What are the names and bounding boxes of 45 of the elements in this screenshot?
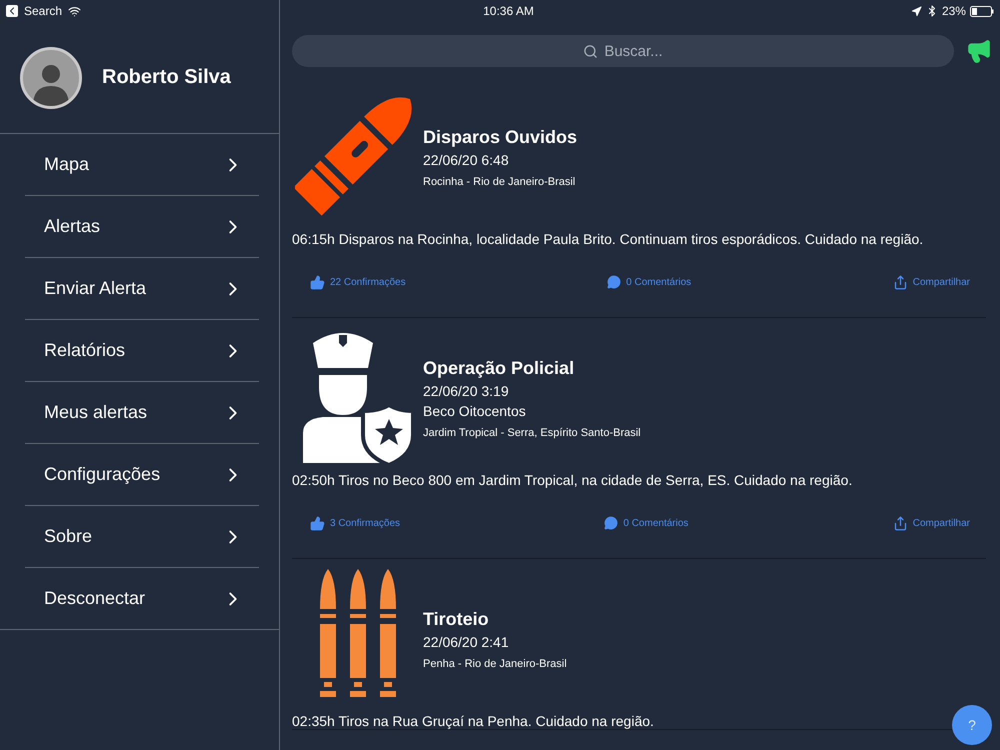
share-icon xyxy=(892,274,908,290)
menu-item[interactable]: Meus alertas xyxy=(25,382,259,444)
menu-item[interactable]: Relatórios xyxy=(25,320,259,382)
menu-item[interactable]: Sobre xyxy=(25,506,259,568)
menu-item[interactable]: Enviar Alerta xyxy=(25,258,259,320)
comments-link[interactable]: 0 Comentários xyxy=(607,275,692,289)
menu-item[interactable]: Configurações xyxy=(25,444,259,506)
thumbs-up-icon xyxy=(310,274,325,290)
alert-location: Penha - Rio de Janeiro-Brasil xyxy=(423,658,567,670)
alert-title: Operação Policial xyxy=(423,358,576,378)
alert-description: 02:50h Tiros no Beco 800 em Jardim Tropical, na cidade de Serra, ES. Cuidado na região. xyxy=(292,472,852,488)
share-link[interactable]: Compartilhar xyxy=(892,274,970,290)
thumbs-up-icon xyxy=(310,516,325,530)
confirmations-link[interactable]: 3 Confirmações xyxy=(310,516,400,530)
user-name: Roberto Silva xyxy=(102,66,231,89)
battery-percent: 23% xyxy=(942,4,966,18)
speech-bubble-icon xyxy=(607,275,622,289)
share-icon xyxy=(892,516,908,530)
battery-icon xyxy=(970,6,994,16)
alert-title: Disparos Ouvidos xyxy=(423,126,578,148)
alert-date: 22/06/20 6:48 xyxy=(423,152,510,168)
back-icon[interactable] xyxy=(6,5,18,17)
bullets-icon xyxy=(318,569,398,699)
menu-item[interactable]: Mapa xyxy=(25,134,259,196)
megaphone-icon[interactable] xyxy=(966,38,992,64)
alert-location: Rocinha - Rio de Janeiro-Brasil xyxy=(423,176,576,188)
back-link[interactable]: Search xyxy=(24,4,62,18)
alert-location: Jardim Tropical - Serra, Espírito Santo-Brasil xyxy=(423,426,641,438)
alert-title: Tiroteio xyxy=(423,608,490,630)
alert-description: 06:15h Disparos na Rocinha, localidade Paula Brito. Continuam tiros esporádicos. Cuidado na região. xyxy=(292,231,924,247)
location-icon xyxy=(910,6,922,16)
alert-date: 22/06/20 2:41 xyxy=(423,634,510,650)
wifi-icon xyxy=(68,4,82,18)
alert-date: 22/06/20 3:19 xyxy=(423,382,510,398)
confirmations-link[interactable]: 22 Confirmações xyxy=(310,274,406,290)
speech-bubble-icon xyxy=(604,516,618,530)
share-link[interactable]: Compartilhar xyxy=(892,516,970,530)
status-time: 10:36 AM xyxy=(483,4,534,18)
menu-item[interactable]: Alertas xyxy=(25,196,259,258)
menu-item[interactable]: Desconectar xyxy=(25,568,259,629)
alert-description: 02:35h Tiros na Rua Gruçaí na Penha. Cuidado na região. xyxy=(292,713,654,729)
comments-link[interactable]: 0 Comentários xyxy=(604,516,688,530)
search-icon xyxy=(583,44,598,58)
alert-place: Beco Oitocentos xyxy=(423,402,527,418)
search-field[interactable]: Buscar... xyxy=(292,35,954,67)
